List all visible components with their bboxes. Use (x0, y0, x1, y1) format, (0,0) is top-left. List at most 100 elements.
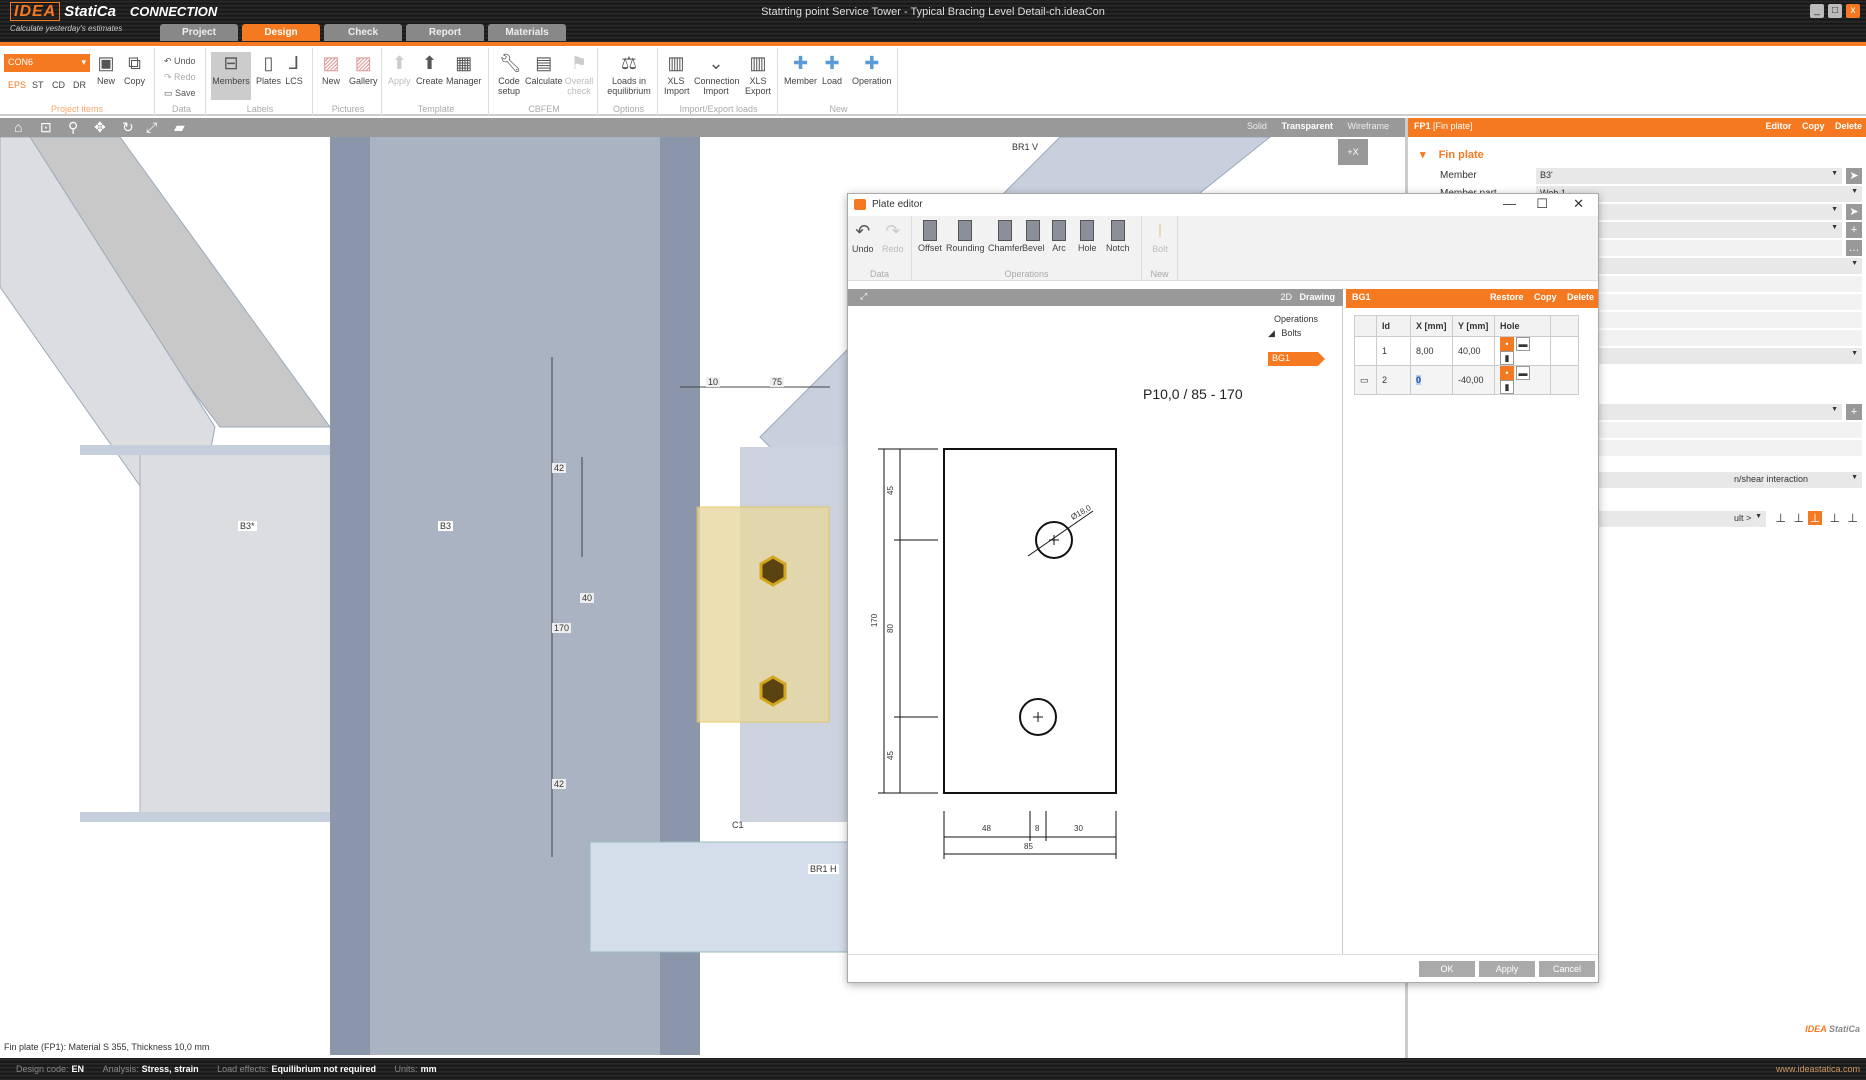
dialog-redo-button[interactable]: ↷ Redo (882, 220, 904, 254)
view-cube-icon[interactable]: ▰ (174, 120, 185, 134)
view-wireframe[interactable]: Wireframe (1347, 121, 1389, 131)
website-link[interactable]: www.ideastatica.com (1776, 1064, 1860, 1074)
arc-button[interactable]: Arc (1052, 220, 1066, 253)
hole-button[interactable]: Hole (1078, 220, 1097, 253)
new-picture-button[interactable]: ▨ New (321, 52, 341, 86)
tab-materials[interactable]: Materials (488, 24, 566, 41)
hole-slot-v-icon[interactable]: ▮ (1500, 380, 1514, 394)
pick-icon[interactable]: ➤ (1846, 204, 1862, 220)
member-select[interactable]: B3' ▼ (1536, 168, 1842, 184)
view-transparent[interactable]: Transparent (1281, 121, 1333, 131)
hole-slot-h-icon[interactable]: ▬ (1516, 366, 1530, 380)
cell-y[interactable]: -40,00 (1452, 365, 1495, 395)
weld-type-1-icon[interactable]: ⊥ (1776, 511, 1786, 525)
cancel-button[interactable]: Cancel (1539, 961, 1595, 977)
xls-export-button[interactable]: ▥ XLS Export (744, 52, 772, 96)
cell-x[interactable]: 8,00 (1410, 336, 1453, 366)
table-row[interactable]: 1 8,00 40,00 • ▬▮ (1354, 336, 1579, 366)
connection-import-button[interactable]: ⌄ Connection Import (694, 52, 740, 96)
bevel-button[interactable]: Bevel (1022, 220, 1045, 253)
more-icon[interactable]: … (1846, 240, 1862, 256)
new-connection-button[interactable]: ▣ New (96, 52, 116, 86)
copy-connection-button[interactable]: ⧉ Copy (124, 52, 145, 86)
add-icon[interactable]: + (1846, 222, 1862, 238)
offset-button[interactable]: Offset (918, 220, 942, 253)
comment-icon[interactable]: ▭ (1354, 365, 1377, 395)
cell-x-editing[interactable]: 0 (1416, 375, 1422, 385)
rotate-icon[interactable]: ↻ (122, 120, 134, 134)
tab-report[interactable]: Report (406, 24, 484, 41)
copy-bolt-group-button[interactable]: Copy (1534, 292, 1557, 302)
overall-check-button[interactable]: ⚑ Overall check (563, 52, 595, 96)
hole-round-icon[interactable]: • (1500, 366, 1514, 380)
minimize-button[interactable]: _ (1810, 4, 1824, 18)
table-row[interactable]: ▭ 2 0 -40,00 • ▬▮ (1354, 365, 1579, 395)
label-br1v[interactable]: BR1 V (1010, 142, 1041, 152)
label-b3[interactable]: B3 (438, 521, 454, 531)
bolt-button[interactable]: I Bolt (1150, 220, 1170, 254)
tab-check[interactable]: Check (324, 24, 402, 41)
label-br1h[interactable]: BR1 H (808, 864, 839, 874)
close-button[interactable]: x (1846, 4, 1860, 18)
apply-button[interactable]: Apply (1479, 961, 1535, 977)
mode-drawing[interactable]: Drawing (1299, 292, 1335, 302)
loads-equilibrium-button[interactable]: ⚖ Loads in equilibrium (604, 52, 654, 96)
ok-button[interactable]: OK (1419, 961, 1475, 977)
delete-bolt-group-button[interactable]: Delete (1567, 292, 1594, 302)
dialog-undo-button[interactable]: ↶ Undo (852, 220, 874, 254)
section-fin-plate[interactable]: ▾ Fin plate (1420, 148, 1484, 161)
redo-button[interactable]: ↷ Redo (164, 72, 196, 83)
sub-st[interactable]: ST (32, 80, 44, 90)
hole-slot-v-icon[interactable]: ▮ (1500, 351, 1514, 365)
cell-x[interactable]: 0 (1410, 365, 1453, 395)
sub-dr[interactable]: DR (73, 80, 86, 90)
xls-import-button[interactable]: ▥ XLS Import (664, 52, 690, 96)
maximize-button[interactable]: □ (1828, 4, 1842, 18)
calculate-button[interactable]: ▤ Calculate (525, 52, 563, 86)
plates-button[interactable]: ▯ Plates (256, 52, 281, 86)
connection-select[interactable]: CON6 ▾ (4, 54, 90, 72)
notch-button[interactable]: Notch (1106, 220, 1130, 253)
fit-view-icon[interactable]: ⤢ (860, 291, 867, 302)
pan-icon[interactable]: ✥ (94, 120, 106, 134)
label-c1[interactable]: C1 (730, 820, 746, 830)
zoom-window-icon[interactable]: ⊡ (40, 120, 52, 134)
add-icon[interactable]: + (1846, 404, 1862, 420)
new-member-button[interactable]: ✚ Member (784, 52, 817, 86)
code-setup-button[interactable]: 🔧︎ Code setup (495, 52, 523, 96)
copy-button[interactable]: Copy (1802, 121, 1825, 131)
tab-project[interactable]: Project (160, 24, 238, 41)
view-solid[interactable]: Solid (1247, 121, 1267, 131)
dialog-maximize-button[interactable]: ☐ (1536, 196, 1548, 212)
sub-eps[interactable]: EPS (8, 80, 26, 90)
weld-type-4-icon[interactable]: ⊥ (1830, 511, 1840, 525)
view-cube-axis[interactable]: +X (1338, 139, 1368, 165)
weld-type-5-icon[interactable]: ⊥ (1848, 511, 1858, 525)
gallery-button[interactable]: ▨ Gallery (349, 52, 378, 86)
template-manager-button[interactable]: ▦ Manager (446, 52, 482, 86)
home-icon[interactable]: ⌂ (14, 120, 22, 134)
hole-slot-h-icon[interactable]: ▬ (1516, 337, 1530, 351)
create-template-button[interactable]: ⬆ Create (416, 52, 443, 86)
mode-2d[interactable]: 2D (1280, 292, 1292, 302)
sub-cd[interactable]: CD (52, 80, 65, 90)
new-load-button[interactable]: ✚ Load (822, 52, 842, 86)
chamfer-button[interactable]: Chamfer (988, 220, 1023, 253)
zoom-icon[interactable]: ⚲ (68, 120, 78, 134)
fit-icon[interactable]: ⤢ (146, 120, 157, 134)
save-button[interactable]: ▭ Save (164, 88, 196, 99)
new-operation-button[interactable]: ✚ Operation (852, 52, 892, 86)
apply-template-button[interactable]: ⬆ Apply (388, 52, 411, 86)
label-b3p[interactable]: B3* (238, 521, 257, 531)
rounding-button[interactable]: Rounding (946, 220, 985, 253)
restore-button[interactable]: Restore (1490, 292, 1524, 302)
tab-design[interactable]: Design (242, 24, 320, 41)
weld-type-3-icon[interactable]: ⊥ (1808, 511, 1822, 525)
dialog-minimize-button[interactable]: — (1503, 196, 1516, 211)
editor-button[interactable]: Editor (1765, 121, 1791, 131)
delete-button[interactable]: Delete (1835, 121, 1862, 131)
members-button[interactable]: ⊟ Members (211, 52, 251, 100)
dialog-close-button[interactable]: ✕ (1573, 196, 1584, 212)
plate-drawing[interactable]: Operations ◢ Bolts BG1 P10,0 / 85 - 170 (848, 306, 1343, 954)
undo-button[interactable]: ↶ Undo (164, 56, 196, 67)
